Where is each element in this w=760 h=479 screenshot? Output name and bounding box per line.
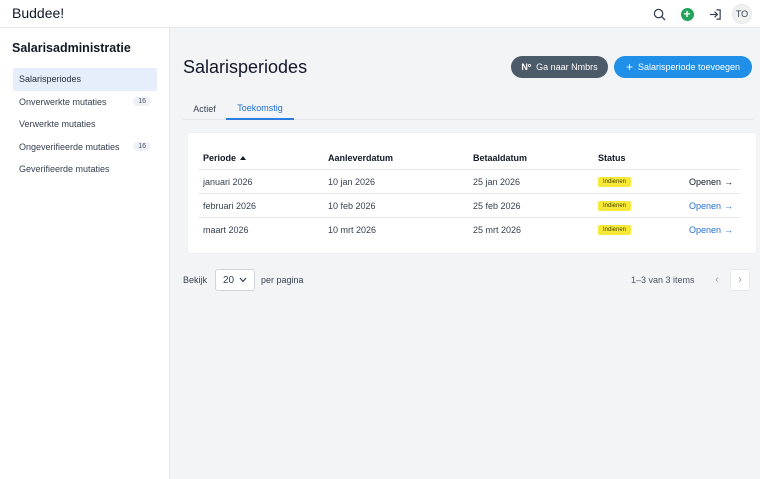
column-header-aanleverdatum[interactable]: Aanleverdatum [328, 146, 393, 170]
brand-logo[interactable]: Buddee! [12, 5, 64, 21]
sidebar-item-label: Geverifieerde mutaties [19, 164, 110, 175]
cell-periode: februari 2026 [203, 201, 257, 211]
previous-page-button[interactable]: ‹ [707, 269, 727, 291]
add-circle-icon[interactable]: + [676, 3, 698, 25]
sidebar-title: Salarisadministratie [12, 41, 131, 55]
count-badge: 16 [133, 142, 151, 152]
sidebar-item-label: Verwerkte mutaties [19, 119, 96, 130]
status-badge: Indienen [598, 225, 632, 235]
periods-table: Periode Aanleverdatum Betaaldatum Status… [198, 146, 740, 242]
sidebar: Salarisadministratie Salarisperiodes Onv… [0, 28, 170, 479]
table-row: maart 2026 10 mrt 2026 25 mrt 2026 Indie… [198, 218, 740, 242]
cell-aanleverdatum: 10 jan 2026 [328, 177, 376, 187]
cell-periode: januari 2026 [203, 177, 253, 187]
per-page-value: 20 [223, 274, 235, 286]
sidebar-item-onverwerkte-mutaties[interactable]: Onverwerkte mutaties 16 [13, 91, 157, 114]
add-button: + [680, 7, 694, 21]
nmbrs-logo-icon: Nº [521, 62, 532, 72]
cell-betaaldatum: 25 mrt 2026 [473, 225, 522, 235]
sidebar-item-ongeverifieerde-mutaties[interactable]: Ongeverifieerde mutaties 16 [13, 136, 157, 159]
cell-betaaldatum: 25 jan 2026 [473, 177, 521, 187]
arrow-right-icon: → [724, 177, 734, 187]
sidebar-item-geverifieerde-mutaties[interactable]: Geverifieerde mutaties [13, 158, 157, 181]
tab-bar: Actief Toekomstig [183, 97, 753, 120]
search-icon[interactable] [648, 3, 670, 25]
go-to-nmbrs-label: Ga naar Nmbrs [536, 62, 598, 72]
cell-aanleverdatum: 10 mrt 2026 [328, 225, 377, 235]
sidebar-item-label: Onverwerkte mutaties [19, 96, 107, 107]
open-link[interactable]: Openen → [689, 201, 733, 211]
per-page-prefix: Bekijk [183, 275, 208, 285]
pagination: Bekijk 20 per pagina 1–3 van 3 items ‹ › [183, 269, 753, 291]
status-badge: Indienen [598, 177, 632, 187]
sidebar-item-label: Salarisperiodes [19, 74, 82, 85]
periods-table-card: Periode Aanleverdatum Betaaldatum Status… [188, 133, 756, 253]
go-to-nmbrs-button[interactable]: Nº Ga naar Nmbrs [511, 56, 608, 78]
sidebar-item-verwerkte-mutaties[interactable]: Verwerkte mutaties [13, 113, 157, 136]
sort-ascending-icon [240, 156, 247, 160]
add-salary-period-label: Salarisperiode toevoegen [637, 62, 741, 72]
column-header-periode[interactable]: Periode [203, 146, 247, 170]
open-link[interactable]: Openen → [689, 225, 733, 235]
column-header-status[interactable]: Status [598, 146, 626, 170]
open-link[interactable]: Openen → [689, 177, 733, 187]
column-header-betaaldatum[interactable]: Betaaldatum [473, 146, 527, 170]
cell-betaaldatum: 25 feb 2026 [473, 201, 521, 211]
sidebar-list: Salarisperiodes Onverwerkte mutaties 16 … [13, 68, 157, 181]
cell-aanleverdatum: 10 feb 2026 [328, 201, 376, 211]
cell-periode: maart 2026 [203, 225, 249, 235]
top-icons: + TO [648, 3, 752, 25]
per-page-select[interactable]: 20 [215, 269, 255, 291]
tab-actief[interactable]: Actief [183, 97, 226, 120]
table-row: februari 2026 10 feb 2026 25 feb 2026 In… [198, 194, 740, 218]
table-row: januari 2026 10 jan 2026 25 jan 2026 Ind… [198, 170, 740, 194]
page-title: Salarisperiodes [183, 57, 308, 77]
arrow-right-icon: → [724, 201, 734, 211]
plus-icon: + [625, 60, 633, 74]
arrow-right-icon: → [724, 225, 734, 235]
next-page-button[interactable]: › [730, 269, 750, 291]
status-badge: Indienen [598, 201, 632, 211]
pagination-range: 1–3 van 3 items [631, 275, 695, 285]
sidebar-item-label: Ongeverifieerde mutaties [19, 141, 120, 152]
avatar[interactable]: TO [732, 4, 752, 24]
add-salary-period-button[interactable]: + Salarisperiode toevoegen [614, 56, 752, 78]
table-header: Periode Aanleverdatum Betaaldatum Status [198, 146, 740, 170]
top-bar: Buddee! + TO [0, 0, 760, 28]
count-badge: 16 [133, 97, 151, 107]
logout-icon[interactable] [704, 3, 726, 25]
sidebar-item-salarisperiodes[interactable]: Salarisperiodes [13, 68, 157, 91]
per-page-suffix: per pagina [261, 275, 304, 285]
chevron-down-icon [239, 277, 247, 283]
tab-toekomstig[interactable]: Toekomstig [226, 97, 294, 120]
